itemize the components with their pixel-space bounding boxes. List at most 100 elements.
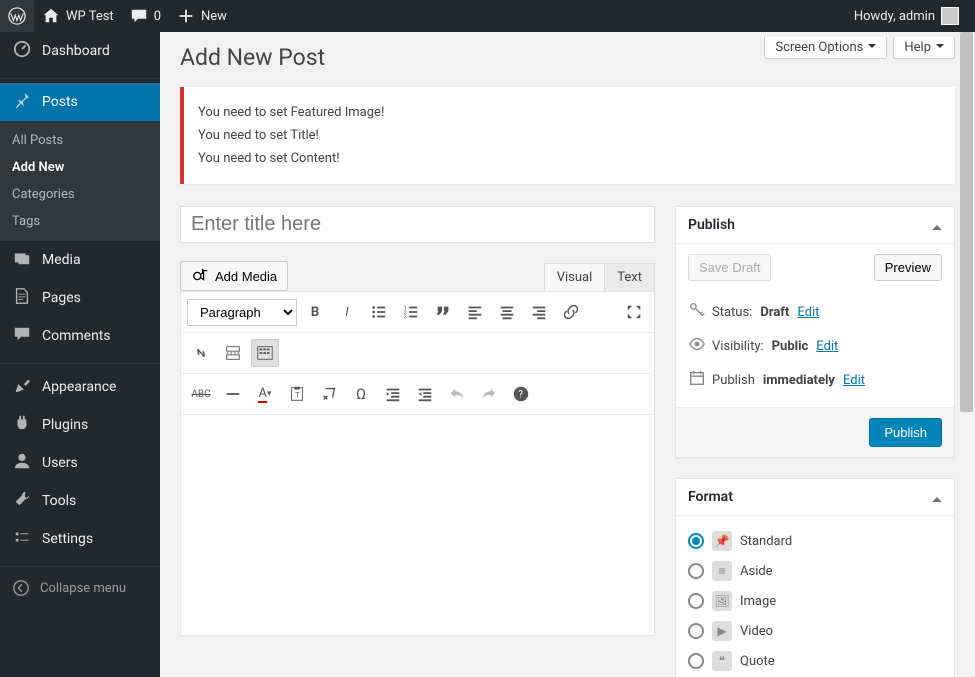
format-option-quote[interactable]: ❝ Quote <box>688 646 942 676</box>
menu-pages[interactable]: Pages <box>0 279 160 317</box>
scrollbar-thumb[interactable] <box>960 32 973 412</box>
wp-logo[interactable] <box>0 0 34 32</box>
avatar <box>941 7 959 25</box>
format-panel-header[interactable]: Format <box>676 479 954 516</box>
menu-plugins[interactable]: Plugins <box>0 406 160 444</box>
svg-text:?: ? <box>518 390 523 401</box>
scrollbar[interactable] <box>958 32 975 677</box>
align-right-button[interactable] <box>525 298 553 326</box>
appearance-icon <box>12 376 32 398</box>
unlink-button[interactable] <box>187 339 215 367</box>
collapse-menu[interactable]: Collapse menu <box>0 571 160 605</box>
preview-button[interactable]: Preview <box>874 254 942 281</box>
save-draft-button[interactable]: Save Draft <box>688 254 771 281</box>
publish-button[interactable]: Publish <box>869 418 942 447</box>
indent-button[interactable] <box>411 380 439 408</box>
menu-appearance[interactable]: Appearance <box>0 368 160 406</box>
comments-link[interactable]: 0 <box>122 0 169 32</box>
toggle-icon <box>932 492 942 502</box>
visibility-value: Public <box>772 339 809 354</box>
publish-panel-body: Save Draft Preview Status: Draft Edit Vi… <box>676 244 954 407</box>
site-link[interactable]: WP Test <box>34 0 122 32</box>
submenu-tags[interactable]: Tags <box>0 208 160 235</box>
format-option-video[interactable]: ▶Video <box>688 616 942 646</box>
align-left-button[interactable] <box>461 298 489 326</box>
editor-layout: Add Media Visual Text Paragraph B I 123 <box>180 206 955 677</box>
menu-tools[interactable]: Tools <box>0 482 160 520</box>
help-button[interactable]: Help <box>893 37 955 59</box>
outdent-button[interactable] <box>379 380 407 408</box>
tab-visual[interactable]: Visual <box>544 263 606 291</box>
notice-line: You need to set Featured Image! <box>198 105 941 120</box>
calendar-icon <box>688 369 704 391</box>
hr-button[interactable] <box>219 380 247 408</box>
undo-button[interactable] <box>443 380 471 408</box>
menu-separator <box>0 562 160 567</box>
toolbar-toggle-button[interactable] <box>251 339 279 367</box>
account-link[interactable]: Howdy, admin <box>846 0 967 32</box>
bold-button[interactable]: B <box>301 298 329 326</box>
format-type-icon: ❝ <box>712 651 732 671</box>
numbered-list-button[interactable]: 123 <box>397 298 425 326</box>
edit-visibility-link[interactable]: Edit <box>816 339 838 354</box>
tab-text[interactable]: Text <box>604 263 655 291</box>
menu-dashboard[interactable]: Dashboard <box>0 32 160 70</box>
posts-submenu: All Posts Add New Categories Tags <box>0 121 160 241</box>
edit-status-link[interactable]: Edit <box>797 305 819 320</box>
menu-label: Tools <box>42 493 76 509</box>
special-char-button[interactable]: Ω <box>347 380 375 408</box>
blockquote-button[interactable] <box>429 298 457 326</box>
edit-schedule-link[interactable]: Edit <box>843 373 865 388</box>
align-center-button[interactable] <box>493 298 521 326</box>
adminbar-right: Howdy, admin <box>846 0 967 32</box>
visibility-line: Visibility: Public Edit <box>688 329 942 363</box>
italic-button[interactable]: I <box>333 298 361 326</box>
format-label: Video <box>740 624 773 639</box>
redo-button[interactable] <box>475 380 503 408</box>
svg-text:T: T <box>295 391 300 400</box>
add-media-button[interactable]: Add Media <box>180 261 288 291</box>
format-label: Quote <box>740 654 775 669</box>
new-link[interactable]: New <box>169 0 235 32</box>
home-icon <box>42 7 60 25</box>
bullet-list-button[interactable] <box>365 298 393 326</box>
strikethrough-button[interactable]: ABC <box>187 380 215 408</box>
format-option-aside[interactable]: ≡Aside <box>688 556 942 586</box>
menu-comments[interactable]: Comments <box>0 317 160 355</box>
clear-formatting-button[interactable] <box>315 380 343 408</box>
editor-content-area[interactable] <box>181 415 654 635</box>
radio-icon <box>688 623 704 639</box>
screen-options-button[interactable]: Screen Options <box>764 37 887 59</box>
link-button[interactable] <box>557 298 585 326</box>
menu-media[interactable]: Media <box>0 241 160 279</box>
toolbar-row-2 <box>181 333 654 374</box>
text-color-button[interactable]: A ▾ <box>251 380 279 408</box>
new-label: New <box>201 9 227 24</box>
dashboard-icon <box>12 40 32 62</box>
submenu-categories[interactable]: Categories <box>0 181 160 208</box>
paragraph-select[interactable]: Paragraph <box>187 299 297 326</box>
format-option-standard[interactable]: 📌Standard <box>688 526 942 556</box>
radio-icon <box>688 563 704 579</box>
menu-users[interactable]: Users <box>0 444 160 482</box>
help-icon-button[interactable]: ? <box>507 380 535 408</box>
publish-panel-header[interactable]: Publish <box>676 207 954 244</box>
fullscreen-button[interactable] <box>620 298 648 326</box>
format-option-image[interactable]: 🖼Image <box>688 586 942 616</box>
menu-settings[interactable]: Settings <box>0 520 160 558</box>
submenu-all-posts[interactable]: All Posts <box>0 127 160 154</box>
tools-icon <box>12 490 32 512</box>
menu-label: Users <box>42 455 78 471</box>
pin-icon <box>12 91 32 113</box>
submenu-add-new[interactable]: Add New <box>0 154 160 181</box>
editor-tabs: Visual Text <box>544 263 655 291</box>
read-more-button[interactable] <box>219 339 247 367</box>
site-title: WP Test <box>66 9 114 24</box>
menu-posts[interactable]: Posts <box>0 83 160 121</box>
status-value: Draft <box>760 305 789 320</box>
publish-panel-title: Publish <box>688 217 735 233</box>
paste-text-button[interactable]: T <box>283 380 311 408</box>
adminbar-left: WP Test 0 New <box>0 0 235 32</box>
post-title-input[interactable] <box>180 206 655 243</box>
visibility-label: Visibility: <box>712 339 764 354</box>
